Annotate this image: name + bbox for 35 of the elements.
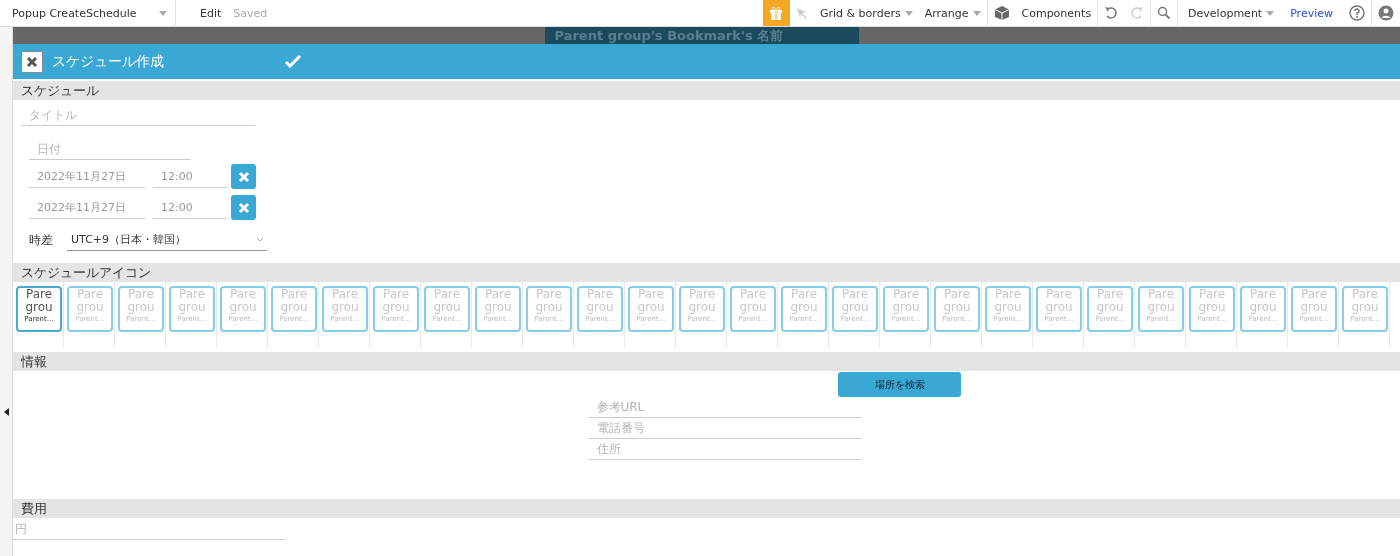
help-icon[interactable] [1349, 5, 1365, 21]
caret-icon [972, 10, 981, 16]
caret-icon [904, 10, 913, 16]
arrange-menu[interactable]: Arrange [918, 6, 987, 20]
section-header: スケジュールアイコン [13, 263, 1400, 282]
save-status: Saved [232, 6, 269, 20]
timezone-label: 時差 [29, 231, 53, 249]
gift-icon [769, 6, 784, 20]
environment-menu[interactable]: Development [1177, 0, 1281, 26]
close-button[interactable] [21, 50, 43, 73]
section-header: 情報 [13, 352, 1400, 371]
caret-icon [159, 10, 167, 16]
clear-icon [237, 201, 250, 214]
undo-icon[interactable] [1104, 6, 1119, 20]
edit-tab[interactable]: Edit [194, 6, 228, 20]
collapse-arrow-icon[interactable] [3, 407, 9, 416]
preview-link[interactable]: Preview [1280, 6, 1343, 20]
close-icon [26, 55, 38, 68]
popup-title: スケジュール作成 [52, 52, 165, 71]
checkmark-icon[interactable] [285, 55, 301, 68]
grid-borders-menu[interactable]: Grid & borders [813, 6, 919, 20]
chevron-icon [257, 237, 263, 242]
components-button[interactable]: Components [1015, 6, 1098, 20]
caret-icon [1266, 10, 1275, 16]
clear-button[interactable] [231, 195, 256, 220]
user-icon[interactable] [1378, 5, 1394, 21]
section-header: スケジュール [13, 81, 1400, 100]
page-dropdown[interactable]: Popup CreateSchedule [0, 0, 176, 26]
timezone-dropdown[interactable]: UTC+9（日本・韓国） [67, 229, 267, 251]
section-header: 費用 [13, 499, 1400, 518]
clear-icon [237, 170, 250, 183]
cube-icon [993, 5, 1010, 21]
search-location-button[interactable]: 場所を検索 [838, 372, 961, 397]
clear-button[interactable] [231, 164, 256, 189]
search-icon[interactable] [1157, 6, 1172, 20]
